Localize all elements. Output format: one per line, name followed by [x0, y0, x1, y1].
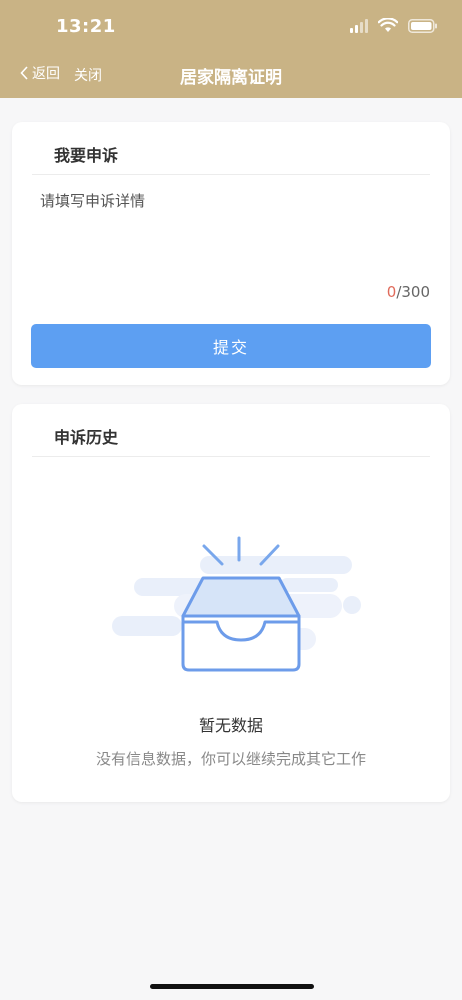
history-card: 申诉历史 暂无数据 没有信息数据，你可以继续完成其它工作	[12, 404, 450, 802]
submit-button[interactable]: 提交	[31, 324, 431, 368]
empty-title: 暂无数据	[198, 716, 263, 735]
page-title: 居家隔离证明	[180, 68, 282, 88]
header: 13:21 返回 关闭 居家隔离证明	[0, 0, 462, 98]
home-indicator[interactable]	[150, 984, 314, 989]
appeal-input[interactable]	[38, 188, 437, 282]
status-time: 13:21	[56, 16, 116, 37]
char-counter: 0/300	[387, 283, 430, 301]
empty-description: 没有信息数据，你可以继续完成其它工作	[95, 750, 366, 768]
battery-icon	[408, 18, 438, 33]
nav-bar: 返回 关闭 居家隔离证明	[0, 60, 462, 90]
divider	[32, 456, 430, 457]
history-title: 申诉历史	[54, 428, 119, 447]
wifi-icon	[378, 18, 398, 33]
signal-icon	[350, 18, 368, 33]
char-count-max: /300	[396, 283, 430, 301]
appeal-title: 我要申诉	[54, 146, 119, 165]
empty-inbox-icon	[112, 536, 361, 672]
divider	[32, 174, 430, 175]
appeal-card: 我要申诉 0/300 提交	[12, 122, 450, 385]
status-icons	[350, 18, 438, 33]
char-count-current: 0	[386, 283, 397, 301]
